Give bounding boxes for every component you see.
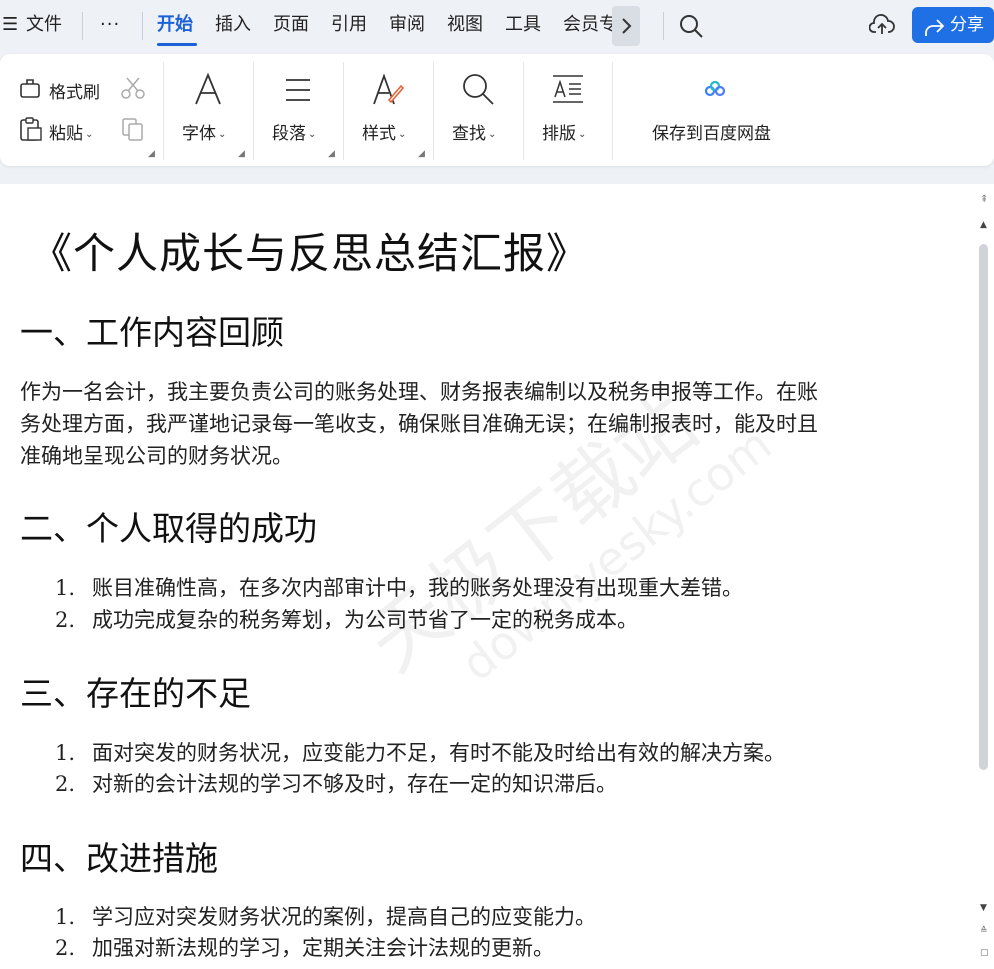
- list-item: 1. 账目准确性高，在多次内部审计中，我的账务处理没有出现重大差错。: [55, 572, 743, 604]
- layout-button[interactable]: 排版 ⌄: [542, 119, 586, 144]
- paragraph-button[interactable]: 段落 ⌄: [272, 119, 316, 144]
- tab-references[interactable]: 引用: [331, 12, 367, 38]
- list-number: 2.: [55, 608, 76, 632]
- tab-insert[interactable]: 插入: [215, 12, 251, 38]
- paragraph-line: 务处理方面，我严谨地记录每一笔收支，确保账目准确无误；在编制报表时，能及时且: [20, 412, 818, 436]
- section-heading: 一、工作内容回顾: [20, 313, 284, 352]
- chevron-down-icon: ⌄: [578, 129, 587, 140]
- tab-view[interactable]: 视图: [447, 12, 483, 38]
- tab-tools[interactable]: 工具: [505, 12, 541, 38]
- cloud-upload-icon[interactable]: [868, 13, 895, 41]
- active-tab-indicator: [157, 43, 197, 46]
- page-down-icon[interactable]: ▢: [980, 948, 989, 958]
- section-heading: 四、改进措施: [20, 839, 218, 878]
- style-button[interactable]: 样式 ⌄: [362, 119, 406, 144]
- list-number: 1.: [55, 905, 76, 929]
- find-label: 查找: [452, 124, 486, 144]
- tab-home[interactable]: 开始: [157, 12, 193, 38]
- find-button[interactable]: 查找 ⌄: [452, 119, 496, 144]
- tab-page[interactable]: 页面: [273, 12, 309, 38]
- chevron-down-icon: ⌄: [308, 129, 317, 140]
- document-page[interactable]: 《个人成长与反思总结汇报》 一、工作内容回顾 作为一名会计，我主要负责公司的账务…: [0, 184, 974, 969]
- copy-icon[interactable]: [120, 116, 146, 146]
- clipboard-launcher-icon[interactable]: ◢: [148, 149, 155, 159]
- share-icon: [923, 15, 945, 51]
- cut-icon[interactable]: [120, 76, 146, 104]
- font-button[interactable]: 字体 ⌄: [182, 119, 226, 144]
- list-number: 1.: [55, 741, 76, 765]
- paragraph-label: 段落: [272, 124, 306, 144]
- tab-member[interactable]: 会员专: [563, 12, 617, 38]
- layout-icon: [552, 74, 584, 108]
- font-label: 字体: [182, 124, 216, 144]
- style-launcher-icon[interactable]: ◢: [418, 149, 425, 159]
- format-painter-button[interactable]: 格式刷: [49, 78, 100, 103]
- ribbon-divider: [612, 62, 613, 160]
- hamburger-icon[interactable]: ☰: [2, 12, 18, 38]
- more-menu[interactable]: ···: [100, 12, 120, 38]
- list-text: 加强对新法规的学习，定期关注会计法规的更新。: [92, 936, 554, 960]
- chevron-down-icon: ⌄: [488, 129, 497, 140]
- ribbon-divider: [163, 62, 164, 160]
- style-label: 样式: [362, 124, 396, 144]
- style-icon: [372, 72, 405, 110]
- list-item: 1. 学习应对突发财务状况的案例，提高自己的应变能力。: [55, 901, 596, 933]
- chevron-down-icon: ⌄: [218, 129, 227, 140]
- menu-bar: ☰ 文件 ··· 开始 插入 页面 引用 审阅 视图 工具 会员专 分享: [0, 0, 994, 52]
- list-text: 学习应对突发财务状况的案例，提高自己的应变能力。: [92, 905, 596, 929]
- list-number: 2.: [55, 936, 76, 960]
- scroll-down-icon[interactable]: ▼: [980, 903, 987, 913]
- chevron-right-icon[interactable]: [612, 6, 640, 46]
- tab-review[interactable]: 审阅: [389, 12, 425, 38]
- share-label: 分享: [950, 15, 984, 35]
- paste-icon[interactable]: [18, 116, 44, 146]
- ribbon-divider: [433, 62, 434, 160]
- document-title: 《个人成长与反思总结汇报》: [30, 229, 590, 278]
- ribbon-divider: [253, 62, 254, 160]
- paste-button[interactable]: 粘贴 ⌄: [49, 119, 93, 144]
- scroll-up-icon[interactable]: ▲: [980, 220, 987, 230]
- section-heading: 二、个人取得的成功: [20, 509, 317, 548]
- list-text: 对新的会计法规的学习不够及时，存在一定的知识滞后。: [92, 772, 617, 796]
- list-number: 1.: [55, 576, 76, 600]
- list-number: 2.: [55, 772, 76, 796]
- vertical-scrollbar[interactable]: ⇞ ▲ ▼ ≙ ▢: [974, 184, 994, 969]
- list-item: 2. 成功完成复杂的税务筹划，为公司节省了一定的税务成本。: [55, 604, 638, 636]
- list-text: 账目准确性高，在多次内部审计中，我的账务处理没有出现重大差错。: [92, 576, 743, 600]
- save-to-baidu-button[interactable]: 保存到百度网盘: [652, 119, 771, 144]
- chevron-down-icon: ⌄: [85, 129, 94, 140]
- paragraph-line: 准确地呈现公司的财务状况。: [20, 444, 293, 468]
- file-menu[interactable]: 文件: [26, 12, 62, 38]
- paste-label: 粘贴: [49, 124, 83, 144]
- menu-divider: [663, 12, 664, 40]
- page-up-icon[interactable]: ≙: [980, 926, 988, 936]
- paragraph-icon: [283, 76, 313, 108]
- list-item: 2. 加强对新法规的学习，定期关注会计法规的更新。: [55, 932, 554, 964]
- list-item: 2. 对新的会计法规的学习不够及时，存在一定的知识滞后。: [55, 768, 617, 800]
- scroll-top-icon[interactable]: ⇞: [980, 194, 988, 205]
- font-launcher-icon[interactable]: ◢: [238, 149, 245, 159]
- baidu-netdisk-icon: [704, 80, 726, 102]
- paragraph-launcher-icon[interactable]: ◢: [328, 149, 335, 159]
- find-icon: [461, 72, 495, 110]
- format-painter-icon[interactable]: [18, 76, 44, 104]
- ribbon-toolbar: 格式刷 粘贴 ⌄ ◢ 字体 ⌄ ◢ 段落 ⌄ ◢ 样式 ⌄ ◢ 查找 ⌄ 排版 ⌄: [0, 54, 994, 166]
- ribbon-divider: [523, 62, 524, 160]
- layout-label: 排版: [542, 124, 576, 144]
- list-text: 成功完成复杂的税务筹划，为公司节省了一定的税务成本。: [92, 608, 638, 632]
- ribbon-divider: [343, 62, 344, 160]
- scrollbar-thumb[interactable]: [979, 244, 988, 770]
- chevron-down-icon: ⌄: [398, 129, 407, 140]
- section-paragraph: 作为一名会计，我主要负责公司的账务处理、财务报表编制以及税务申报等工作。在账 务…: [20, 376, 950, 472]
- list-text: 面对突发的财务状况，应变能力不足，有时不能及时给出有效的解决方案。: [92, 741, 785, 765]
- share-button[interactable]: 分享: [912, 7, 994, 43]
- section-heading: 三、存在的不足: [20, 674, 251, 713]
- paragraph-line: 作为一名会计，我主要负责公司的账务处理、财务报表编制以及税务申报等工作。在账: [20, 380, 818, 404]
- menu-divider: [82, 12, 83, 40]
- menu-divider: [142, 12, 143, 40]
- search-icon[interactable]: [678, 13, 704, 43]
- font-icon: [193, 72, 223, 110]
- list-item: 1. 面对突发的财务状况，应变能力不足，有时不能及时给出有效的解决方案。: [55, 737, 785, 769]
